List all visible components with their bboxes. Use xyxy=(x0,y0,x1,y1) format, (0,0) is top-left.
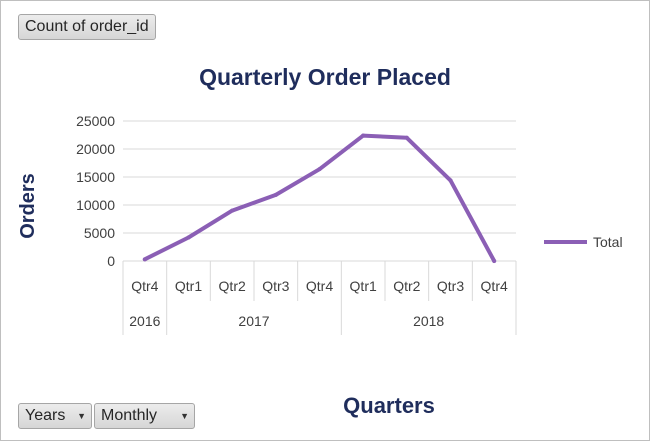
data-point xyxy=(448,178,453,183)
data-point xyxy=(317,167,322,172)
x-tick-label: Qtr4 xyxy=(481,278,508,294)
series xyxy=(142,133,497,263)
data-point xyxy=(142,257,147,262)
x-year-label: 2016 xyxy=(129,313,160,329)
data-point xyxy=(186,235,191,240)
x-tick-label: Qtr4 xyxy=(131,278,158,294)
x-tick-label: Qtr1 xyxy=(350,278,377,294)
y-tick-label: 0 xyxy=(107,253,115,269)
dropdown-arrow-icon: ▼ xyxy=(77,411,86,421)
x-tick-label: Qtr2 xyxy=(219,278,246,294)
y-tick-label: 5000 xyxy=(84,225,115,241)
x-year-label: 2017 xyxy=(238,313,269,329)
x-year-label: 2018 xyxy=(413,313,444,329)
years-filter-button[interactable]: Years ▼ xyxy=(18,403,92,429)
x-tick-label: Qtr3 xyxy=(262,278,289,294)
years-filter-label: Years xyxy=(25,407,66,424)
y-axis-label: Orders xyxy=(17,173,39,239)
pivot-chart: Count of order_id 0 5000 10000 15000 20000 25… xyxy=(0,0,650,441)
line-chart: 0500010000150002000025000 Qtr4 Qtr1 Qtr2 Qt… xyxy=(17,64,623,418)
x-tick-label: Qtr1 xyxy=(175,278,202,294)
data-point xyxy=(492,259,497,263)
x-axis: Qtr4 Qtr1 Qtr2 Qtr3 Qtr4 Qtr1 Qtr2 Qtr3 Qtr4 2016… xyxy=(122,261,517,335)
series-line-total xyxy=(142,133,497,263)
y-tick-label: 10000 xyxy=(76,197,115,213)
x-axis-label: Quarters xyxy=(343,393,435,418)
monthly-filter-label: Monthly xyxy=(101,407,158,424)
x-tick-label: Qtr3 xyxy=(437,278,464,294)
x-tick-label: Qtr2 xyxy=(393,278,420,294)
data-point xyxy=(404,135,409,140)
chart-title: Quarterly Order Placed xyxy=(199,64,451,90)
x-tick-label: Qtr4 xyxy=(306,278,333,294)
data-point xyxy=(361,133,366,138)
legend: Total xyxy=(544,234,623,250)
y-tick-label: 15000 xyxy=(76,169,115,185)
y-tick-label: 25000 xyxy=(76,113,115,129)
data-point xyxy=(230,208,235,213)
data-point xyxy=(273,192,278,197)
monthly-filter-button[interactable]: Monthly ▼ xyxy=(94,403,195,429)
y-axis-ticks: 0 5000 10000 15000 20000 25000 xyxy=(76,113,115,269)
legend-label: Total xyxy=(593,234,623,250)
y-tick-label: 20000 xyxy=(76,141,115,157)
dropdown-arrow-icon: ▼ xyxy=(180,411,189,421)
